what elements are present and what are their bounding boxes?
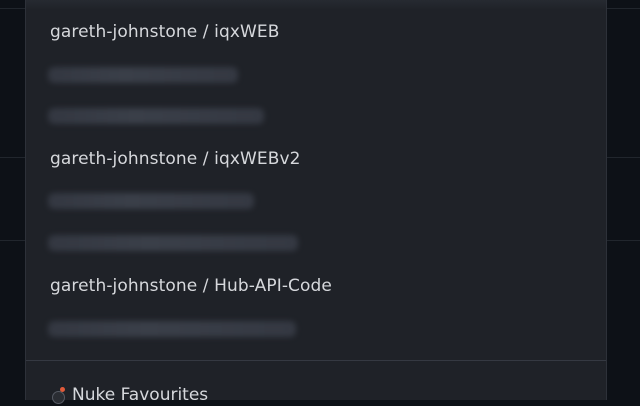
favourite-repo-item[interactable]: gareth-johnstone / iqxWEB <box>50 22 280 42</box>
background-divider <box>0 157 25 158</box>
background-divider <box>607 240 640 241</box>
nuke-favourites-button[interactable]: Nuke Favourites <box>52 384 208 406</box>
menu-divider <box>26 360 606 361</box>
favourite-repo-item[interactable]: gareth-johnstone / Hub-API-Code <box>50 276 332 296</box>
redacted-item[interactable] <box>48 108 264 124</box>
background-divider <box>607 8 640 9</box>
redacted-item[interactable] <box>48 67 238 83</box>
favourite-repo-item[interactable]: gareth-johnstone / iqxWEBv2 <box>50 149 301 169</box>
favourites-dropdown: gareth-johnstone / iqxWEB gareth-johnsto… <box>25 0 607 405</box>
nuke-favourites-label: Nuke Favourites <box>72 385 209 405</box>
panel-top-edge <box>26 0 606 10</box>
bomb-icon <box>52 387 66 404</box>
background-divider <box>607 157 640 158</box>
background-divider <box>0 8 25 9</box>
redacted-item[interactable] <box>48 321 296 337</box>
redacted-item[interactable] <box>48 193 254 209</box>
background-divider <box>0 240 25 241</box>
redacted-item[interactable] <box>48 235 298 251</box>
